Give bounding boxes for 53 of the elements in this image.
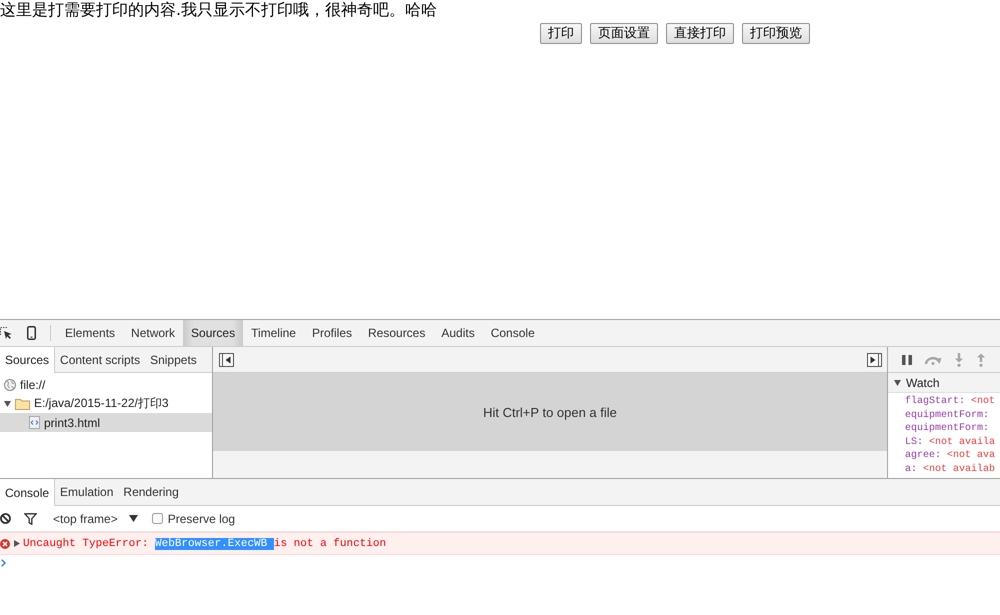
navigator-tab[interactable]: Content scripts	[55, 347, 146, 372]
toggle-debugger-icon[interactable]	[867, 352, 882, 366]
panel-tab[interactable]: Sources	[183, 320, 244, 346]
console-message-text: Uncaught TypeError: WebBrowser.ExecWB is not a function	[23, 538, 386, 550]
panel-tab[interactable]: Resources	[360, 320, 434, 346]
drawer-tab[interactable]: Emulation	[55, 479, 118, 505]
watch-expression-value: <not availab	[923, 462, 996, 476]
context-dropdown[interactable]: <top frame>	[53, 508, 138, 528]
watch-expression-value: <not ava	[947, 449, 996, 462]
panel-tab[interactable]: Elements	[57, 320, 124, 346]
collapsed-triangle-icon[interactable]	[14, 540, 20, 547]
watch-expression-name: LS:	[905, 436, 924, 449]
inspect-icon[interactable]	[0, 327, 12, 339]
error-icon	[0, 538, 10, 548]
watch-expression-name: a:	[905, 462, 918, 476]
globe-icon	[4, 378, 16, 390]
filter-icon[interactable]	[24, 512, 37, 524]
drawer-tab[interactable]: Console	[0, 479, 56, 506]
navigator-tab[interactable]: Snippets	[145, 347, 202, 372]
watch-title: Watch	[906, 376, 940, 390]
expand-triangle-icon[interactable]	[894, 380, 901, 386]
page-button[interactable]: 直接打印	[666, 23, 734, 44]
page-button[interactable]: 打印预览	[742, 23, 810, 44]
watch-expression-name: equipmentForm:	[905, 408, 990, 422]
drawer-tab[interactable]: Rendering	[118, 479, 184, 505]
page-button[interactable]: 打印	[540, 23, 582, 44]
open-file-hint: Hit Ctrl+P to open a file	[483, 404, 617, 420]
navigator-tab[interactable]: Sources	[0, 347, 56, 373]
pause-icon[interactable]	[902, 354, 912, 364]
watch-expression-value: <not availa	[929, 436, 996, 449]
watch-expression-name: flagStart:	[905, 395, 966, 408]
panel-tab[interactable]: Audits	[433, 320, 483, 346]
page-button[interactable]: 页面设置	[590, 23, 658, 44]
watch-expression-name: equipmentForm:	[905, 422, 990, 436]
panel-tab[interactable]: Console	[482, 320, 543, 346]
watch-expression-name: agree:	[905, 449, 942, 462]
html-file-icon	[29, 416, 40, 429]
expand-triangle-icon[interactable]	[4, 400, 11, 406]
caret-icon	[128, 515, 138, 522]
clear-console-icon[interactable]	[0, 513, 11, 524]
watch-expression-value: <not	[971, 395, 996, 408]
panel-tab[interactable]: Timeline	[243, 320, 304, 346]
tree-item[interactable]: E:/java/2015-11-22/打印3	[0, 394, 212, 413]
prompt-chevron-icon	[1, 559, 6, 567]
page-text: 这里是打需要打印的内容.我只显示不打印哦，很神奇吧。哈哈	[0, 0, 438, 20]
tree-item[interactable]: print3.html	[0, 413, 212, 432]
panel-tab[interactable]: Network	[123, 320, 184, 346]
panel-tab[interactable]: Profiles	[304, 320, 360, 346]
folder-icon	[15, 398, 30, 410]
mobile-device-icon[interactable]	[27, 326, 36, 340]
toggle-navigator-icon[interactable]	[219, 352, 234, 366]
preserve-log-checkbox[interactable]: Preserve log	[152, 512, 236, 526]
tree-item[interactable]: file://	[0, 375, 212, 394]
